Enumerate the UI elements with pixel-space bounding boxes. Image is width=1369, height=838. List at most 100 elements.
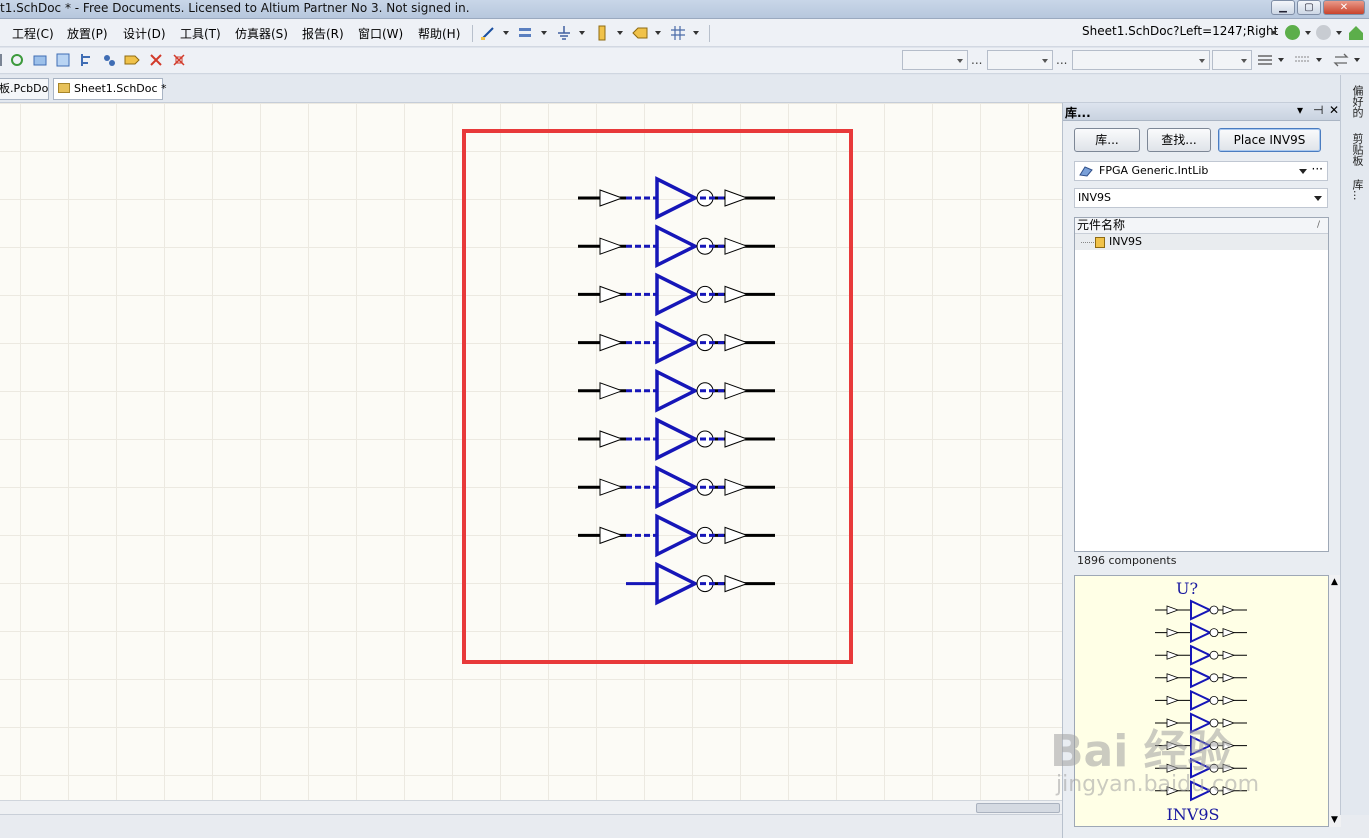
port-icon[interactable] <box>632 25 648 41</box>
forward-icon[interactable] <box>1316 25 1331 40</box>
rectangle-select-icon[interactable] <box>32 52 48 68</box>
tab-sheet1-schdoc[interactable]: Sheet1.SchDoc * <box>53 78 167 100</box>
label-icon[interactable] <box>124 52 140 68</box>
more-icon[interactable]: ··· <box>1312 160 1323 178</box>
delete-icon[interactable] <box>148 52 164 68</box>
toolbar-separator <box>709 25 710 42</box>
place-component-button[interactable]: Place INV9S <box>1218 128 1321 152</box>
input-port-arrow <box>599 237 624 255</box>
align-icon[interactable] <box>78 52 94 68</box>
menu-place[interactable]: 放置(P) <box>67 25 108 42</box>
preview-bubble <box>1209 628 1219 637</box>
search-button[interactable]: 查找... <box>1147 128 1211 152</box>
chevron-down-icon[interactable] <box>1271 31 1277 35</box>
menu-help[interactable]: 帮助(H) <box>418 25 460 42</box>
output-port-arrow <box>724 189 749 207</box>
back-icon[interactable] <box>1285 25 1300 40</box>
libraries-button[interactable]: 库... <box>1074 128 1140 152</box>
scroll-up-icon[interactable]: ▲ <box>1331 577 1338 587</box>
combo-box[interactable] <box>902 50 968 70</box>
close-icon[interactable]: ✕ <box>1329 103 1339 117</box>
menu-design[interactable]: 设计(D) <box>123 25 166 42</box>
lines-icon[interactable] <box>1294 52 1310 68</box>
schematic-drawing <box>462 129 853 664</box>
watermark-url: jingyan.baidu.com <box>1056 772 1260 797</box>
list-view-icon[interactable] <box>1257 52 1273 68</box>
chevron-down-icon[interactable] <box>1354 58 1360 62</box>
chevron-down-icon[interactable] <box>541 31 547 35</box>
filter-input[interactable]: INV9S <box>1074 188 1328 208</box>
combo-box[interactable] <box>1072 50 1210 70</box>
watermark-logo: Bai 经验 <box>1050 726 1232 777</box>
input-port-arrow <box>599 478 624 496</box>
component-list[interactable]: 元件名称 / INV9S <box>1074 217 1329 552</box>
close-button[interactable]: ✕ <box>1323 0 1365 15</box>
chevron-down-icon[interactable] <box>693 31 699 35</box>
chevron-down-icon[interactable] <box>503 31 509 35</box>
home-icon[interactable] <box>1348 25 1364 41</box>
dock-tab-clipboard[interactable]: 剪贴板 <box>1345 127 1365 171</box>
library-name: FPGA Generic.IntLib <box>1099 164 1209 177</box>
ellipsis-button[interactable]: ... <box>971 53 982 67</box>
dock-tab-favorites[interactable]: 偏好的 <box>1345 79 1365 123</box>
bus-tool-icon[interactable] <box>518 25 534 41</box>
component-icon[interactable] <box>594 25 610 41</box>
minimize-button[interactable]: ▁ <box>1271 0 1295 15</box>
panel-menu-icon[interactable]: ▾ <box>1297 103 1303 117</box>
title-bar: t1.SchDoc * - Free Documents. Licensed t… <box>0 0 1369 19</box>
panel-header: 库... ▾ ⊣ ✕ <box>1063 103 1341 121</box>
swap-icon[interactable] <box>1333 52 1349 68</box>
inverter-triangle <box>655 465 699 510</box>
preview-input-arrow <box>1166 605 1180 615</box>
schematic-canvas[interactable] <box>0 103 1062 800</box>
panel-title: 库... <box>1065 106 1091 120</box>
chevron-down-icon[interactable] <box>655 31 661 35</box>
list-item[interactable]: INV9S <box>1075 234 1328 250</box>
library-selector[interactable]: FPGA Generic.IntLib ··· <box>1074 161 1328 181</box>
component-chip-icon <box>1095 237 1105 248</box>
horizontal-scrollbar[interactable] <box>0 800 1062 814</box>
input-port-arrow <box>599 526 624 545</box>
menu-tools[interactable]: 工具(T) <box>180 25 221 42</box>
chevron-down-icon[interactable] <box>1278 58 1284 62</box>
dock-tab-libraries[interactable]: 库... <box>1345 175 1365 205</box>
menu-simulator[interactable]: 仿真器(S) <box>235 25 288 42</box>
grid-icon[interactable] <box>670 25 686 41</box>
ground-power-icon[interactable] <box>556 25 572 41</box>
combo-box[interactable] <box>1212 50 1252 70</box>
combo-box[interactable] <box>987 50 1053 70</box>
address-field[interactable]: Sheet1.SchDoc?Left=1247;Right <box>1082 24 1278 38</box>
input-port-arrow <box>599 189 624 207</box>
clear-filter-icon[interactable] <box>171 52 187 68</box>
output-port-arrow <box>724 478 749 496</box>
cross-probe-icon[interactable] <box>101 52 117 68</box>
menu-reports[interactable]: 报告(R) <box>302 25 344 42</box>
chevron-down-icon[interactable] <box>1336 31 1342 35</box>
menu-project[interactable]: 工程(C) <box>12 25 54 42</box>
preview-input-arrow <box>1166 628 1180 638</box>
chevron-down-icon[interactable] <box>1316 58 1322 62</box>
ellipsis-button[interactable]: ... <box>1056 53 1067 67</box>
maximize-button[interactable]: ▢ <box>1297 0 1321 15</box>
move-icon[interactable] <box>55 52 71 68</box>
refresh-icon[interactable] <box>9 52 25 68</box>
inverter-triangle <box>655 368 699 413</box>
menu-window[interactable]: 窗口(W) <box>358 25 403 42</box>
right-dock: 偏好的 剪贴板 库... <box>1340 75 1369 815</box>
input-port-arrow <box>599 430 624 448</box>
column-header-component-name[interactable]: 元件名称 / <box>1075 218 1328 234</box>
preview-bubble <box>1209 673 1219 683</box>
tab-pcb-doc[interactable]: 板.PcbDoc <box>0 78 49 100</box>
chevron-down-icon[interactable] <box>579 31 585 35</box>
chevron-down-icon[interactable] <box>617 31 623 35</box>
inverter-triangle <box>655 224 699 269</box>
wire-tool-icon[interactable] <box>480 25 496 41</box>
schematic-doc-icon <box>58 83 70 93</box>
inverter-triangle <box>655 176 699 220</box>
pin-icon[interactable]: ⊣ <box>1313 103 1323 117</box>
component-count: 1896 components <box>1077 554 1177 567</box>
scroll-thumb[interactable] <box>976 803 1060 813</box>
output-port-arrow <box>724 285 749 304</box>
chevron-down-icon[interactable] <box>1305 31 1311 35</box>
scroll-down-icon[interactable]: ▼ <box>1331 815 1338 825</box>
